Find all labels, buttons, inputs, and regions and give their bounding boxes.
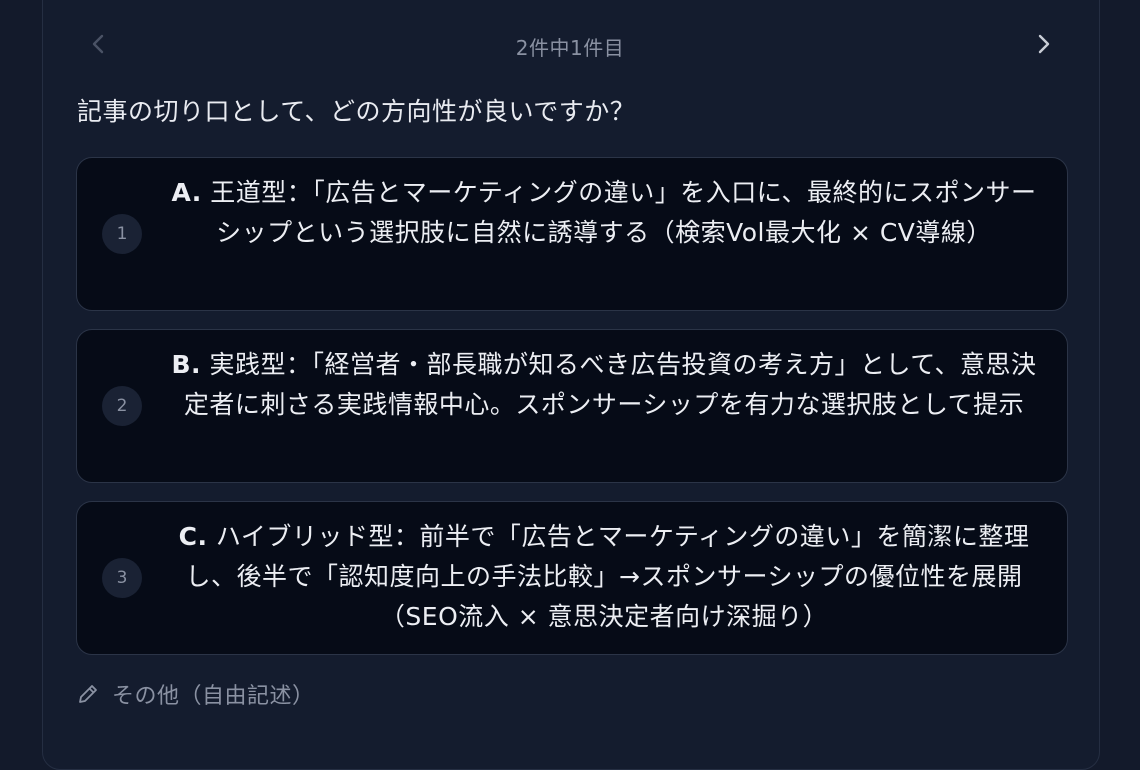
option-card-c[interactable]: 3 C. ハイブリッド型：前半で「広告とマーケティングの違い」を簡潔に整理し、後… — [76, 501, 1068, 655]
question-text: 記事の切り口として、どの方向性が良いですか？ — [77, 97, 636, 126]
option-prefix: A. — [171, 178, 202, 207]
option-number-badge: 1 — [102, 214, 142, 254]
option-body: ハイブリッド型：前半で「広告とマーケティングの違い」を簡潔に整理し、後半で「認知… — [185, 522, 1030, 631]
chevron-right-icon — [1038, 34, 1050, 54]
other-label: その他（自由記述） — [112, 684, 315, 709]
next-button[interactable] — [1024, 20, 1064, 68]
option-prefix: B. — [171, 350, 202, 379]
option-number-badge: 2 — [102, 386, 142, 426]
option-card-a[interactable]: 1 A. 王道型：「広告とマーケティングの違い」を入口に、最終的にスポンサーシッ… — [76, 157, 1068, 311]
other-free-text-button[interactable]: その他（自由記述） — [76, 676, 315, 712]
option-body: 実践型：「経営者・部長職が知るべき広告投資の考え方」として、意思決定者に刺さる実… — [183, 350, 1037, 419]
option-number-badge: 3 — [102, 558, 142, 598]
pencil-icon — [79, 685, 97, 703]
option-text: A. 王道型：「広告とマーケティングの違い」を入口に、最終的にスポンサーシップと… — [167, 173, 1041, 253]
option-text: B. 実践型：「経営者・部長職が知るべき広告投資の考え方」として、意思決定者に刺… — [167, 345, 1041, 425]
option-body: 王道型：「広告とマーケティングの違い」を入口に、最終的にスポンサーシップという選… — [201, 178, 1037, 247]
option-text: C. ハイブリッド型：前半で「広告とマーケティングの違い」を簡潔に整理し、後半で… — [167, 517, 1041, 637]
page-counter: 2件中1件目 — [515, 36, 625, 60]
pager: 2件中1件目 — [0, 20, 1140, 68]
option-card-b[interactable]: 2 B. 実践型：「経営者・部長職が知るべき広告投資の考え方」として、意思決定者… — [76, 329, 1068, 483]
option-prefix: C. — [178, 522, 208, 551]
